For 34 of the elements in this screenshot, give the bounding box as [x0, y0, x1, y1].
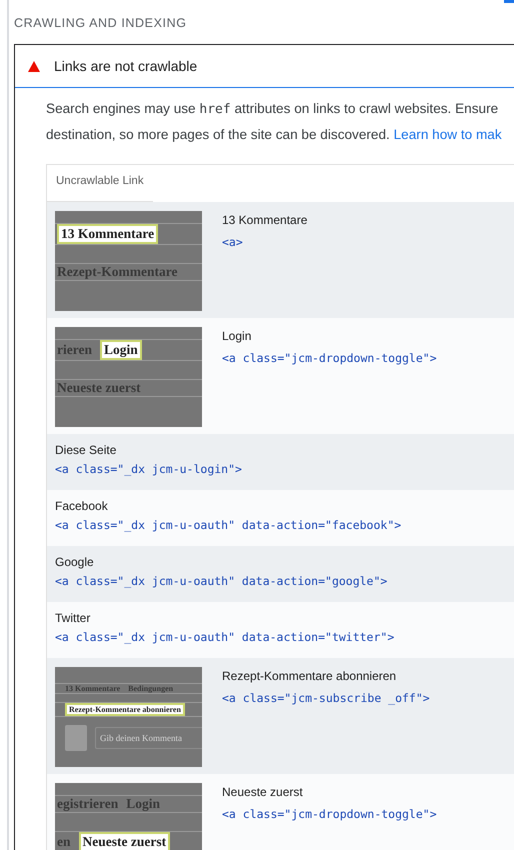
- highlighted-link-text: Neueste zuerst: [78, 832, 170, 850]
- code-snippet: <a class="jcm-dropdown-toggle">: [222, 351, 437, 365]
- screenshot-text: egistrieren: [57, 796, 118, 812]
- code-snippet: <a class="jcm-dropdown-toggle">: [222, 807, 437, 821]
- screenshot-text: en: [57, 834, 70, 850]
- learn-more-link[interactable]: Learn how to mak: [394, 127, 502, 142]
- audit-description: Search engines may use href attributes on links to crawl websites. Ensure destination, so more pages of the site can be discovered. Learn how to mak: [46, 100, 502, 144]
- code-snippet: <a class="jcm-subscribe _off">: [222, 691, 430, 705]
- section-title: CRAWLING AND INDEXING: [14, 16, 187, 30]
- code-snippet: <a class="_dx jcm-u-oauth" data-action="google">: [55, 574, 388, 588]
- screenshot-text: Rezept-Kommentare: [57, 264, 178, 280]
- link-text: Rezept-Kommentare abonnieren: [222, 669, 396, 683]
- code-snippet: <a class="_dx jcm-u-login">: [55, 462, 242, 476]
- comment-field: Gib deinen Kommenta: [95, 727, 202, 749]
- code-snippet: <a>: [222, 235, 243, 249]
- highlighted-link-text: Rezept-Kommentare abonnieren: [65, 703, 185, 716]
- link-text: Google: [55, 555, 94, 569]
- link-text: Facebook: [55, 499, 108, 513]
- code-snippet: <a class="_dx jcm-u-oauth" data-action="twitter">: [55, 630, 394, 644]
- link-text: Login: [222, 329, 252, 343]
- screenshot-text: rieren: [57, 342, 92, 358]
- code-snippet: <a class="_dx jcm-u-oauth" data-action="facebook">: [55, 518, 402, 532]
- audit-title: Links are not crawlable: [54, 58, 198, 74]
- link-text: Diese Seite: [55, 443, 116, 457]
- link-text: Neueste zuerst: [222, 785, 303, 799]
- highlighted-link-text: Login: [100, 340, 142, 360]
- screenshot-text: Bedingungen: [128, 684, 174, 693]
- screenshot-text: Login: [126, 796, 160, 812]
- audit-header[interactable]: Links are not crawlable: [15, 45, 514, 88]
- screenshot-text: Neueste zuerst: [57, 380, 141, 396]
- link-text: Twitter: [55, 611, 90, 625]
- screenshot-text: 13 Kommentare: [65, 684, 120, 693]
- link-text: 13 Kommentare: [222, 213, 308, 227]
- highlighted-link-text: 13 Kommentare: [57, 224, 158, 244]
